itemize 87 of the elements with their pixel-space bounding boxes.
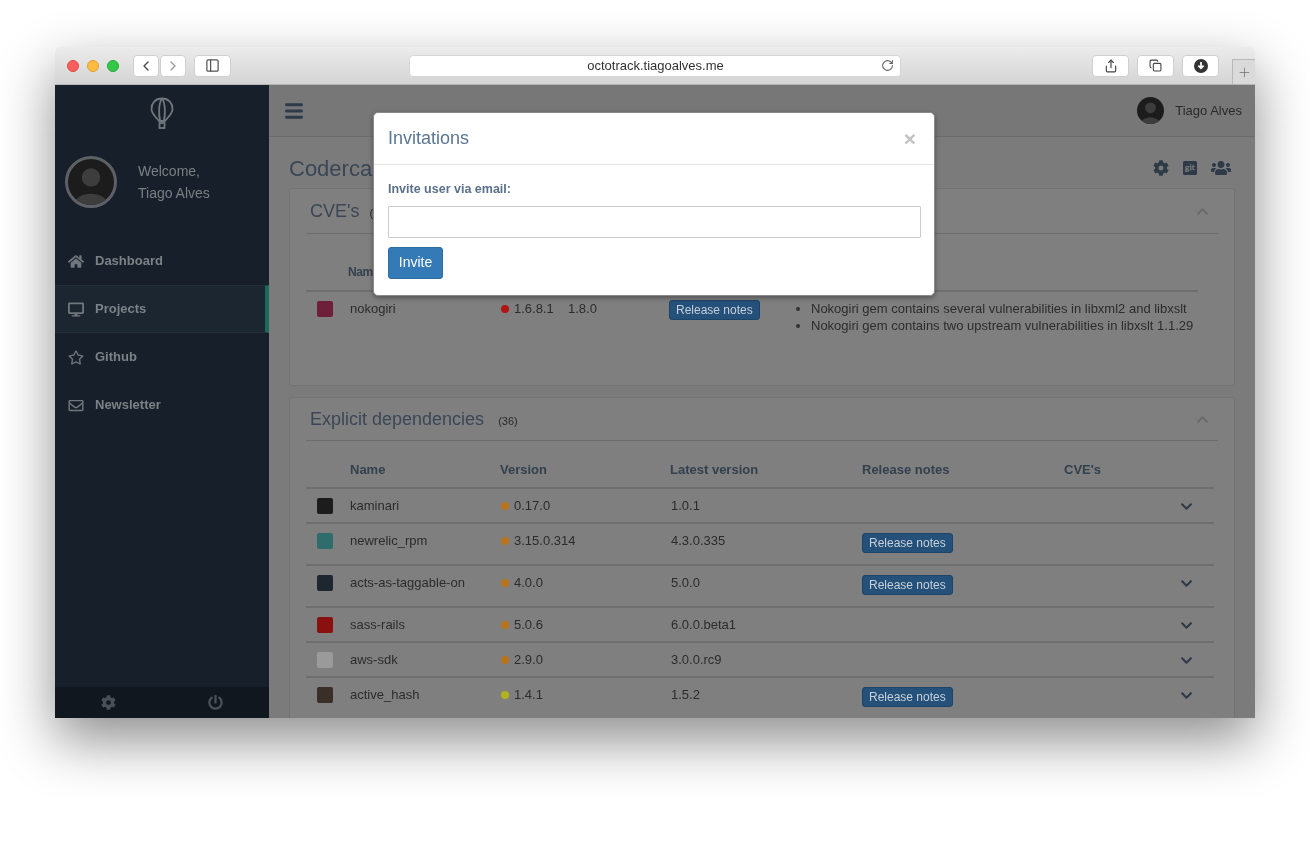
table-cell: newrelic_rpm	[350, 532, 428, 550]
page-title: Coderca	[289, 154, 373, 183]
table-cell: nokogiri	[350, 300, 396, 317]
star-icon	[68, 349, 84, 365]
table-cell: 1.4.1	[514, 686, 543, 704]
close-window-icon[interactable]	[67, 59, 79, 72]
user-name: Tiago Alves	[138, 184, 210, 203]
monitor-icon	[68, 301, 84, 317]
minimize-window-icon[interactable]	[87, 59, 99, 72]
column-header: Name	[350, 460, 386, 479]
table-cell: 4.3.0.335	[671, 532, 726, 550]
table-cell: 1.8.0	[568, 300, 597, 317]
sidebar-item[interactable]: Projects	[55, 285, 269, 333]
panel-title: Explicit dependencies	[310, 407, 485, 431]
maximize-window-icon[interactable]	[107, 59, 119, 72]
user-avatar-icon	[1137, 97, 1165, 124]
plus-icon	[1236, 64, 1252, 80]
panel-title: CVE's	[310, 199, 360, 223]
reload-icon[interactable]	[881, 59, 894, 72]
field-label: Invite user via email:	[388, 181, 511, 198]
release-notes-button[interactable]: Release notes	[862, 687, 953, 707]
table-cell: 5.0.0	[671, 574, 700, 592]
table-cell: 4.0.0	[514, 574, 543, 592]
column-header: Version	[500, 460, 547, 479]
home-icon	[68, 253, 84, 269]
user-name[interactable]: Tiago Alves	[1175, 100, 1242, 121]
settings-icon[interactable]	[101, 695, 116, 710]
release-notes-button[interactable]: Release notes	[862, 533, 953, 553]
column-header: Release notes	[862, 460, 950, 479]
table-cell: 5.0.6	[514, 616, 543, 634]
column-header: Latest version	[670, 460, 759, 479]
table-cell: aws-sdk	[350, 651, 398, 669]
table-cell: 1.6.8.1	[514, 300, 554, 317]
table-cell: 0.17.0	[514, 497, 551, 515]
table-cell: 2.9.0	[514, 651, 543, 669]
table-cell: 1.5.2	[671, 686, 700, 704]
envelope-icon	[68, 397, 84, 413]
panel-count: (36)	[498, 413, 518, 429]
sidebar-icon	[205, 58, 220, 73]
expand-icon[interactable]	[1180, 619, 1193, 632]
welcome-text: Welcome,	[138, 162, 201, 181]
release-notes-button[interactable]: Release notes	[669, 300, 760, 320]
release-notes-button[interactable]: Release notes	[862, 575, 953, 595]
table-cell: 3.0.0.rc9	[671, 651, 722, 669]
table-cell: active_hash	[350, 686, 420, 704]
sidebar-item[interactable]: Dashboard	[55, 237, 269, 285]
table-cell: acts-as-taggable-on	[350, 574, 465, 592]
tabs-button[interactable]	[1137, 54, 1174, 77]
table-cell: sass-rails	[350, 616, 405, 634]
expand-icon[interactable]	[1180, 500, 1193, 513]
download-icon	[1193, 58, 1208, 73]
back-button[interactable]	[133, 54, 159, 77]
table-cell: 1.0.1	[671, 497, 700, 515]
tabs-icon	[1149, 59, 1162, 72]
cve-description: Nokogiri gem contains several vulnerabilities in libxml2 and libxslt	[811, 300, 1187, 317]
column-header: Nam	[348, 264, 373, 281]
share-button[interactable]	[1092, 54, 1129, 77]
sidebar-item[interactable]: Newsletter	[55, 381, 269, 429]
expand-icon[interactable]	[1180, 577, 1193, 590]
table-cell: kaminari	[350, 497, 400, 515]
download-button[interactable]	[1182, 54, 1219, 77]
balloon-logo-icon	[150, 97, 174, 129]
sidebar-toggle-button[interactable]	[194, 54, 231, 77]
user-avatar-icon	[65, 156, 117, 208]
share-icon	[1103, 58, 1118, 73]
invite-button[interactable]: Invite	[388, 246, 443, 279]
power-icon[interactable]	[208, 695, 223, 710]
users-icon[interactable]	[1211, 160, 1231, 176]
bullet-icon	[796, 306, 800, 311]
menu-icon[interactable]	[283, 100, 305, 121]
email-input[interactable]	[388, 205, 921, 238]
forward-button[interactable]	[160, 54, 186, 77]
settings-icon[interactable]	[1153, 160, 1169, 176]
expand-icon[interactable]	[1180, 689, 1193, 702]
new-tab-button[interactable]	[1232, 59, 1255, 84]
address-bar[interactable]: octotrack.tiagoalves.me	[409, 54, 901, 77]
dialog-title: Invitations	[388, 127, 470, 150]
panel-count: (	[369, 205, 374, 221]
url-text: octotrack.tiagoalves.me	[586, 56, 725, 75]
table-cell: 6.0.0.beta1	[671, 616, 737, 634]
sidebar-item[interactable]: Github	[55, 333, 269, 381]
bullet-icon	[796, 323, 800, 328]
cve-description: Nokogiri gem contains two upstream vulnerabilities in libxslt 1.1.29	[811, 317, 1194, 334]
column-header: CVE's	[1064, 460, 1102, 479]
expand-icon[interactable]	[1180, 654, 1193, 667]
git-icon[interactable]	[1182, 160, 1198, 176]
table-cell: 3.15.0.314	[514, 532, 576, 550]
